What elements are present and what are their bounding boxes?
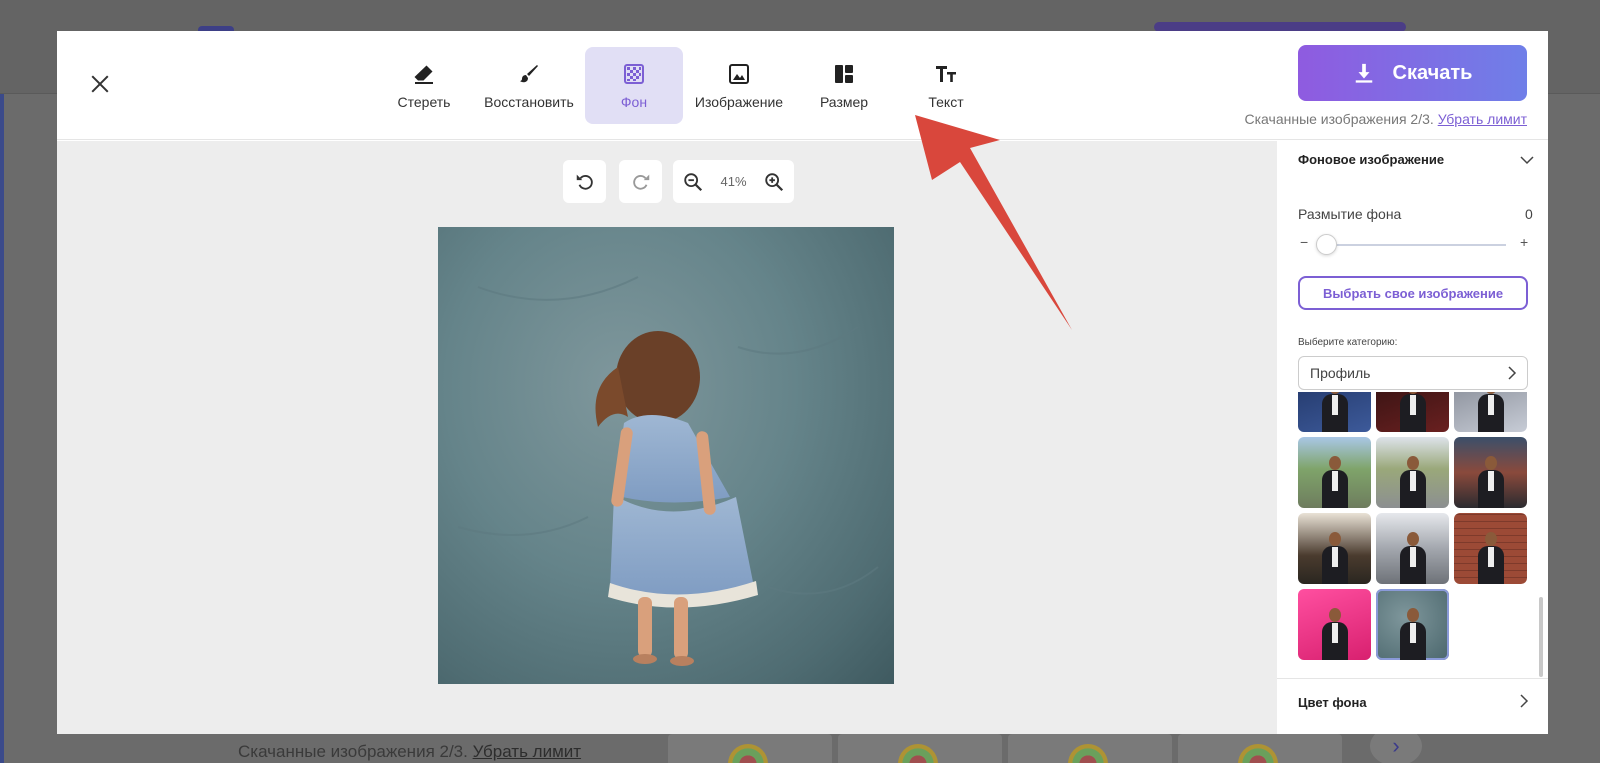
tool-background[interactable]: Фон: [585, 47, 683, 124]
background-limit-text: Скачанные изображения 2/3. Убрать лимит: [238, 742, 581, 762]
tool-tabs: Стереть Восстановить Фон Изображение Раз…: [375, 47, 995, 124]
zoom-controls: 41%: [673, 160, 794, 203]
blur-increase-button[interactable]: +: [1520, 234, 1528, 250]
background-thumbnail[interactable]: [1454, 513, 1527, 584]
background-thumbnail[interactable]: [1376, 437, 1449, 508]
zoom-out-icon[interactable]: [682, 171, 704, 193]
chevron-right-icon: [1508, 366, 1517, 380]
background-thumbnail[interactable]: [1298, 589, 1371, 660]
chevron-down-icon[interactable]: [1520, 153, 1534, 167]
tool-label: Изображение: [694, 93, 784, 110]
undo-button[interactable]: [563, 160, 606, 203]
choose-own-image-button[interactable]: Выбрать свое изображение: [1298, 276, 1528, 310]
edited-photo: [438, 227, 894, 684]
tool-label: Фон: [620, 93, 648, 110]
background-gallery-item: [1008, 734, 1172, 763]
background-thumbnail[interactable]: [1376, 392, 1449, 432]
background-color-title: Цвет фона: [1298, 695, 1367, 710]
download-icon: [1355, 63, 1372, 83]
blur-decrease-button[interactable]: −: [1300, 234, 1308, 250]
zoom-level: 41%: [720, 174, 747, 189]
background-remove-limit-link: Убрать лимит: [472, 742, 582, 761]
tool-image[interactable]: Изображение: [687, 47, 791, 124]
category-selected-value: Профиль: [1310, 365, 1371, 381]
background-thumbnail-selected[interactable]: [1376, 589, 1449, 660]
zoom-in-icon[interactable]: [763, 171, 785, 193]
background-gallery-item: [838, 734, 1002, 763]
download-limit-label: Скачанные изображения 2/3.: [1244, 111, 1434, 127]
tool-label: Размер: [819, 93, 869, 110]
section-title-background-image: Фоновое изображение: [1298, 152, 1445, 167]
background-gallery-item: [1178, 734, 1342, 763]
background-thumbnail[interactable]: [1298, 437, 1371, 508]
editor-header: Стереть Восстановить Фон Изображение Раз…: [57, 31, 1548, 140]
image-icon: [729, 63, 749, 84]
download-button[interactable]: Скачать: [1298, 45, 1527, 101]
background-limit-label: Скачанные изображения 2/3.: [238, 742, 468, 761]
background-settings-panel: Фоновое изображение Размытие фона 0 − + …: [1277, 141, 1548, 734]
brush-icon: [520, 64, 538, 82]
background-pattern-icon: [624, 63, 644, 84]
girl-photo-illustration: [457, 276, 879, 666]
blur-slider-track[interactable]: [1326, 244, 1506, 246]
tool-label: Стереть: [397, 93, 451, 110]
background-thumbnail[interactable]: [1298, 392, 1371, 432]
category-select[interactable]: Профиль: [1298, 356, 1528, 390]
background-thumbnail[interactable]: [1454, 437, 1527, 508]
blur-label: Размытие фона: [1298, 206, 1402, 222]
chevron-right-icon: [1520, 694, 1529, 708]
eraser-icon: [414, 65, 433, 84]
background-left-edge: [0, 0, 4, 763]
tool-label: Восстановить: [484, 93, 574, 110]
close-button[interactable]: [87, 71, 113, 97]
editor-canvas: 41%: [57, 141, 1277, 734]
redo-icon: [632, 174, 649, 190]
download-limit-info: Скачанные изображения 2/3. Убрать лимит: [1245, 111, 1528, 127]
remove-limit-link[interactable]: Убрать лимит: [1438, 111, 1527, 127]
tool-text[interactable]: Текст: [897, 47, 995, 124]
background-thumbnail[interactable]: [1298, 513, 1371, 584]
background-thumbnail[interactable]: [1454, 392, 1527, 432]
tool-label: Текст: [928, 93, 964, 110]
background-thumbnails: [1298, 392, 1528, 676]
tool-erase[interactable]: Стереть: [375, 47, 473, 124]
background-gallery-item: [668, 734, 832, 763]
tool-restore[interactable]: Восстановить: [477, 47, 581, 124]
background-thumbnail[interactable]: [1376, 513, 1449, 584]
download-label: Скачать: [1392, 61, 1473, 84]
text-icon: [936, 65, 956, 82]
layout-size-icon: [835, 64, 853, 83]
redo-button[interactable]: [619, 160, 662, 203]
category-label: Выберите категорию:: [1298, 337, 1398, 348]
thumbnails-scrollbar[interactable]: [1539, 597, 1543, 677]
background-gallery: [668, 734, 1342, 763]
blur-slider-thumb[interactable]: [1316, 234, 1337, 255]
blur-value: 0: [1525, 206, 1533, 222]
tool-size[interactable]: Размер: [795, 47, 893, 124]
undo-icon: [576, 174, 593, 190]
editor-modal: Стереть Восстановить Фон Изображение Раз…: [57, 31, 1548, 734]
background-color-section[interactable]: Цвет фона: [1277, 678, 1548, 734]
